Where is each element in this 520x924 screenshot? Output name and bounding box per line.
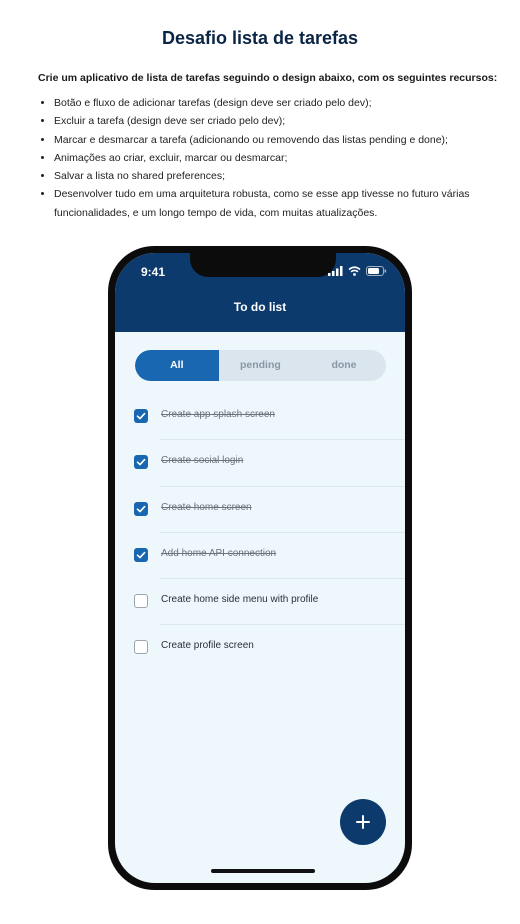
checkbox-checked[interactable] (134, 455, 148, 470)
checkbox-checked[interactable] (134, 409, 148, 423)
task-row[interactable]: Create home side menu with profile (115, 579, 405, 626)
home-indicator (211, 869, 315, 873)
status-icons (328, 265, 387, 277)
status-time: 9:41 (141, 265, 166, 279)
phone-frame: 9:41 To do list All pending done Create … (108, 246, 412, 890)
checkbox-checked[interactable] (134, 547, 148, 562)
check-icon (136, 505, 146, 512)
notch (190, 253, 336, 277)
tab-all[interactable]: All (135, 350, 219, 381)
task-row[interactable]: Create home screen (115, 487, 405, 533)
task-row[interactable]: Create social login (115, 440, 405, 487)
check-icon (136, 412, 146, 420)
check-icon (136, 459, 146, 466)
tab-done[interactable]: done (302, 350, 386, 381)
checkbox-unchecked[interactable] (134, 594, 148, 609)
task-row[interactable]: Create app splash screen (115, 394, 405, 441)
check-icon (136, 551, 146, 559)
checkbox-unchecked[interactable] (134, 640, 148, 655)
requirement-item: Excluir a tarefa (design deve ser criado… (54, 112, 509, 130)
requirement-item: Marcar e desmarcar a tarefa (adicionando… (54, 131, 509, 149)
task-row[interactable]: Create profile screen (115, 625, 405, 671)
filter-segmented-control: All pending done (135, 350, 386, 381)
plus-icon (356, 815, 370, 829)
requirements-list: Botão e fluxo de adicionar tarefas (desi… (38, 94, 509, 222)
requirement-item: Botão e fluxo de adicionar tarefas (desi… (54, 94, 509, 112)
requirement-item: Desenvolver tudo em uma arquitetura robu… (54, 185, 509, 222)
task-label: Create app splash screen (161, 409, 275, 420)
intro-text: Crie um aplicativo de lista de tarefas s… (38, 72, 498, 84)
task-label: Create profile screen (161, 640, 254, 652)
task-row[interactable]: Add home API connection (115, 533, 405, 580)
task-list: Create app splash screen Create social l… (115, 394, 405, 672)
requirement-item: Salvar a lista no shared preferences; (54, 167, 509, 185)
phone-screen: 9:41 To do list All pending done Create … (115, 253, 405, 883)
task-label: Add home API connection (161, 547, 277, 559)
task-label: Create home side menu with profile (161, 594, 319, 606)
app-title: To do list (233, 300, 287, 314)
app-bar: 9:41 To do list (115, 253, 405, 332)
add-task-button[interactable] (340, 799, 386, 845)
wifi-icon (348, 266, 361, 276)
task-label: Create social login (161, 455, 244, 467)
task-label: Create home screen (161, 501, 252, 513)
requirement-item: Animações ao criar, excluir, marcar ou d… (54, 149, 509, 167)
tab-pending[interactable]: pending (219, 350, 303, 381)
page-title: Desafio lista de tarefas (161, 28, 359, 48)
signal-icon (328, 266, 343, 276)
battery-icon (366, 266, 387, 276)
checkbox-checked[interactable] (134, 501, 148, 516)
